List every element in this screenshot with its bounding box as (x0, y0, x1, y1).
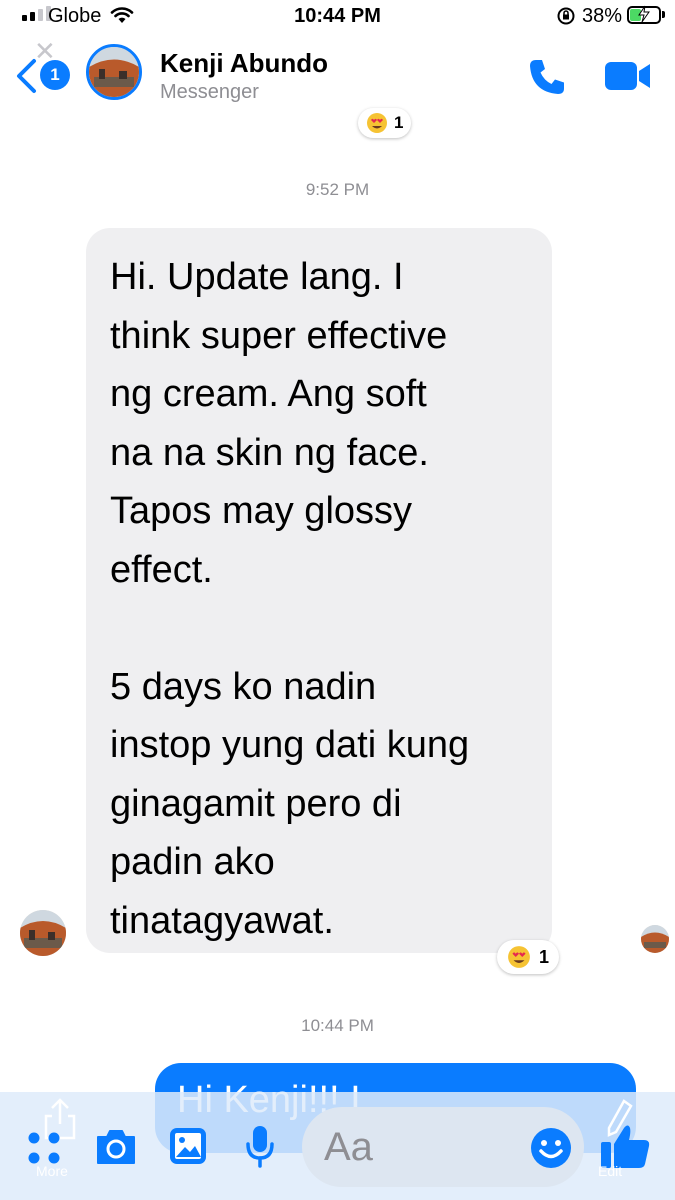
timestamp: 9:52 PM (305, 180, 370, 199)
reaction-pill[interactable]: 1 (358, 108, 412, 138)
gallery-icon[interactable] (168, 1126, 208, 1166)
rotation-lock-icon (557, 7, 575, 25)
heart-eyes-emoji-icon (367, 113, 387, 133)
incoming-message-bubble[interactable]: Hi. Update lang. I think super effective… (86, 228, 552, 953)
video-camera-icon[interactable] (604, 58, 652, 94)
sender-avatar[interactable] (20, 910, 66, 956)
message-input-placeholder: Aa (324, 1125, 373, 1169)
emoji-icon[interactable] (530, 1127, 572, 1169)
chat-header: ✕ 1 Kenji Abundo Messenger (0, 34, 675, 118)
timestamp: 10:44 PM (301, 1016, 374, 1035)
avatar[interactable] (86, 44, 142, 100)
contact-name[interactable]: Kenji Abundo (160, 48, 328, 79)
unread-badge[interactable]: 1 (40, 60, 70, 90)
reaction-count: 1 (394, 113, 404, 132)
phone-icon[interactable] (526, 56, 568, 98)
battery-percent: 38% (582, 5, 623, 27)
more-label[interactable]: More (36, 1163, 68, 1179)
reaction-pill[interactable]: 1 (497, 940, 560, 974)
message-input[interactable]: Aa (302, 1107, 584, 1187)
battery-icon (627, 5, 661, 24)
reaction-count: 1 (539, 946, 550, 967)
contact-subtitle: Messenger (160, 81, 259, 103)
microphone-icon[interactable] (244, 1124, 276, 1170)
status-bar: Globe 10:44 PM 38% (0, 0, 675, 34)
heart-eyes-emoji-icon (508, 946, 530, 968)
camera-icon[interactable] (94, 1127, 138, 1167)
back-chevron-icon[interactable] (14, 58, 38, 94)
edit-label[interactable]: Edit (598, 1163, 622, 1179)
read-receipt-avatar (641, 925, 669, 953)
